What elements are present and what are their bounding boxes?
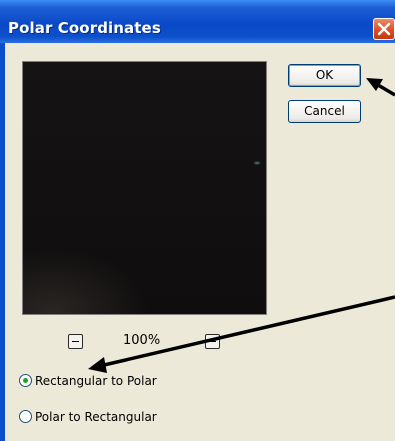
- polar-coordinates-dialog: Polar Coordinates OK Cancel 100% Rectang…: [0, 0, 395, 441]
- arrow-to-radio-icon: [88, 295, 395, 373]
- arrow-to-ok-icon: [366, 78, 395, 97]
- annotation-arrows: [88, 78, 395, 373]
